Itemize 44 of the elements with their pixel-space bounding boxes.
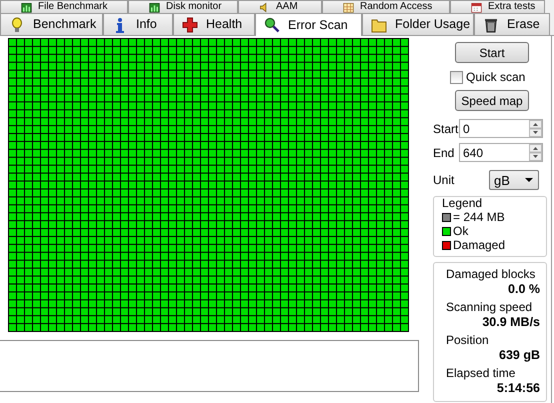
legend-label: Ok xyxy=(453,224,468,238)
chart-icon xyxy=(149,2,160,12)
quick-scan-label: Quick scan xyxy=(466,70,526,84)
cross-icon xyxy=(182,16,198,32)
trash-icon xyxy=(483,16,499,32)
caret-icon xyxy=(525,178,533,182)
calendar-icon xyxy=(471,2,482,12)
stat-value: 30.9 MB/s xyxy=(482,315,540,330)
unit-dropdown[interactable]: gB xyxy=(489,170,539,190)
legend-label: Damaged xyxy=(453,238,506,252)
tab[interactable]: Benchmark xyxy=(0,13,103,35)
tab[interactable]: Erase xyxy=(474,13,550,35)
stat-label: Position xyxy=(446,333,490,348)
lightbulb-icon xyxy=(9,16,25,32)
stat-value: 639 gB xyxy=(499,348,540,363)
tab[interactable]: Extra tests xyxy=(450,0,545,13)
search-icon xyxy=(264,17,280,33)
speed-map-button[interactable]: Speed map xyxy=(455,90,529,111)
tab[interactable]: Info xyxy=(103,13,173,35)
tab[interactable]: Disk monitor xyxy=(128,0,238,13)
tab[interactable]: Error Scan xyxy=(255,13,362,36)
tab[interactable]: Health xyxy=(173,13,255,35)
legend-title: Legend xyxy=(442,196,484,210)
legend-label: = 244 MB xyxy=(453,210,505,224)
spinner-arrows-icon xyxy=(529,120,542,137)
folder-icon xyxy=(371,16,387,32)
end-label: End xyxy=(433,146,455,160)
end-spin-field[interactable]: 640 xyxy=(459,143,543,162)
start-button[interactable]: Start xyxy=(455,42,529,63)
tab[interactable]: Folder Usage xyxy=(362,13,474,35)
tab[interactable]: AAM xyxy=(238,0,322,13)
stat-value: 0.0 % xyxy=(508,282,540,297)
stat-label: Elapsed time xyxy=(446,366,516,381)
tab[interactable]: File Benchmark xyxy=(0,0,128,13)
start-spin-field[interactable]: 0 xyxy=(459,119,543,138)
stat-label: Damaged blocks xyxy=(446,267,536,282)
grid-icon xyxy=(343,2,354,12)
spinner-arrows-icon xyxy=(529,144,542,161)
quick-scan-checkbox[interactable] xyxy=(450,70,463,84)
unit-label: Unit xyxy=(433,173,455,187)
chart-icon xyxy=(21,2,32,12)
stat-value: 5:14:56 xyxy=(496,381,540,396)
tab[interactable]: Random Access xyxy=(322,0,450,13)
stat-label: Scanning speed xyxy=(446,300,534,315)
